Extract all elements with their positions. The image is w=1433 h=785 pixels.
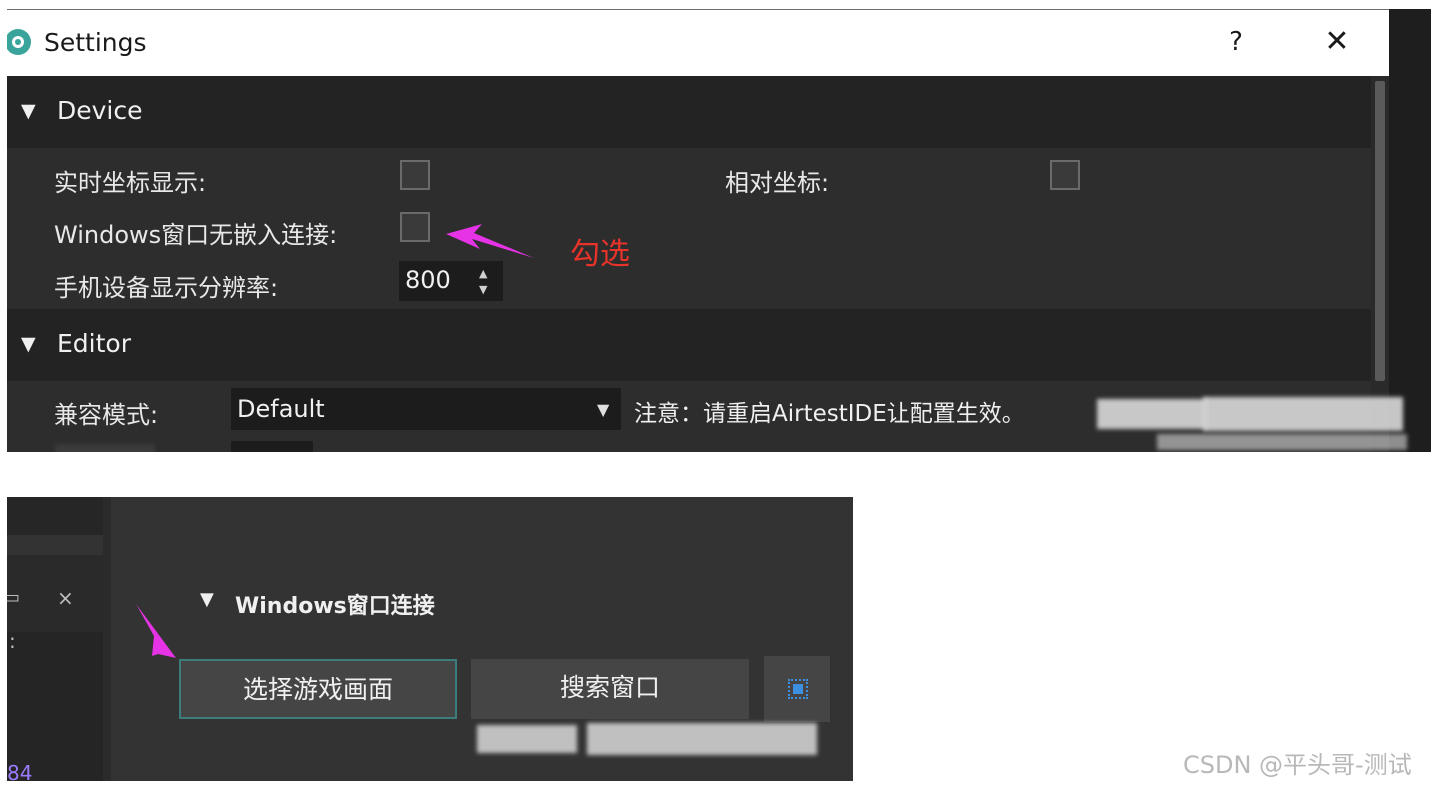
cut-off-label: [55, 444, 155, 452]
blurred-redaction: [1203, 397, 1403, 431]
dark-side-strip: [1389, 9, 1431, 452]
compat-mode-dropdown[interactable]: Default ▼: [231, 388, 621, 430]
left-pane-tab: [7, 555, 103, 632]
device-section-header[interactable]: ▼ Device: [7, 76, 1371, 148]
cut-off-spinbox[interactable]: [231, 441, 313, 452]
select-region-icon-core: [793, 684, 803, 694]
pane-divider[interactable]: [103, 497, 111, 781]
windows-embed-label: Windows窗口无嵌入连接:: [54, 221, 338, 249]
select-region-button[interactable]: [764, 656, 830, 722]
settings-window: Settings ? ✕ ▼ Device 实时坐标显示: 相对坐标: Wind…: [7, 9, 1431, 452]
triangle-down-icon: ▼: [21, 333, 36, 355]
gear-icon: [7, 29, 31, 55]
left-pane-top: [7, 497, 103, 535]
editor-section-title: Editor: [57, 329, 131, 358]
select-game-screen-button[interactable]: 选择游戏画面: [179, 659, 457, 719]
compat-mode-value: Default: [237, 395, 325, 423]
close-icon[interactable]: ×: [57, 586, 74, 610]
blurred-redaction: [1157, 434, 1407, 450]
triangle-down-icon[interactable]: ▼: [200, 589, 214, 610]
spin-down-icon[interactable]: ▼: [479, 283, 487, 296]
window-title: Settings: [44, 28, 147, 57]
title-bar: Settings ? ✕: [7, 10, 1389, 76]
help-button[interactable]: ?: [1224, 24, 1248, 60]
restore-icon[interactable]: ▭: [7, 587, 20, 608]
annotation-label: 勾选: [570, 237, 630, 272]
chevron-down-icon: ▼: [597, 400, 610, 419]
relative-coords-label: 相对坐标:: [725, 169, 830, 197]
relative-coords-checkbox[interactable]: [1050, 160, 1080, 190]
spin-up-icon[interactable]: ▲: [479, 267, 487, 280]
annotation-arrow-icon: [136, 604, 176, 658]
resolution-value: 800: [405, 266, 451, 294]
search-window-button[interactable]: 搜索窗口: [471, 659, 749, 719]
watermark: CSDN @平头哥-测试: [1183, 751, 1412, 779]
annotation-arrow-icon: [446, 224, 534, 258]
windows-embed-checkbox[interactable]: [400, 212, 430, 242]
line-number: 84: [7, 761, 33, 781]
blurred-redaction: [1097, 399, 1207, 429]
realtime-coords-checkbox[interactable]: [400, 160, 430, 190]
scrollbar-thumb[interactable]: [1375, 81, 1385, 381]
code-colon: :: [9, 629, 16, 653]
device-section-title: Device: [57, 96, 143, 125]
resolution-spinbox[interactable]: 800 ▲ ▼: [399, 261, 503, 301]
triangle-down-icon: ▼: [21, 100, 36, 122]
resolution-label: 手机设备显示分辨率:: [54, 274, 279, 302]
realtime-coords-label: 实时坐标显示:: [54, 169, 207, 197]
restart-notice: 注意：请重启AirtestIDE让配置生效。: [634, 401, 1025, 427]
windows-connect-title: Windows窗口连接: [235, 594, 435, 619]
close-button[interactable]: ✕: [1319, 24, 1355, 60]
editor-section-header[interactable]: ▼ Editor: [7, 309, 1371, 381]
compat-mode-label: 兼容模式:: [54, 401, 159, 429]
left-pane: [7, 632, 103, 781]
blurred-redaction: [587, 723, 817, 755]
blurred-redaction: [477, 725, 577, 753]
